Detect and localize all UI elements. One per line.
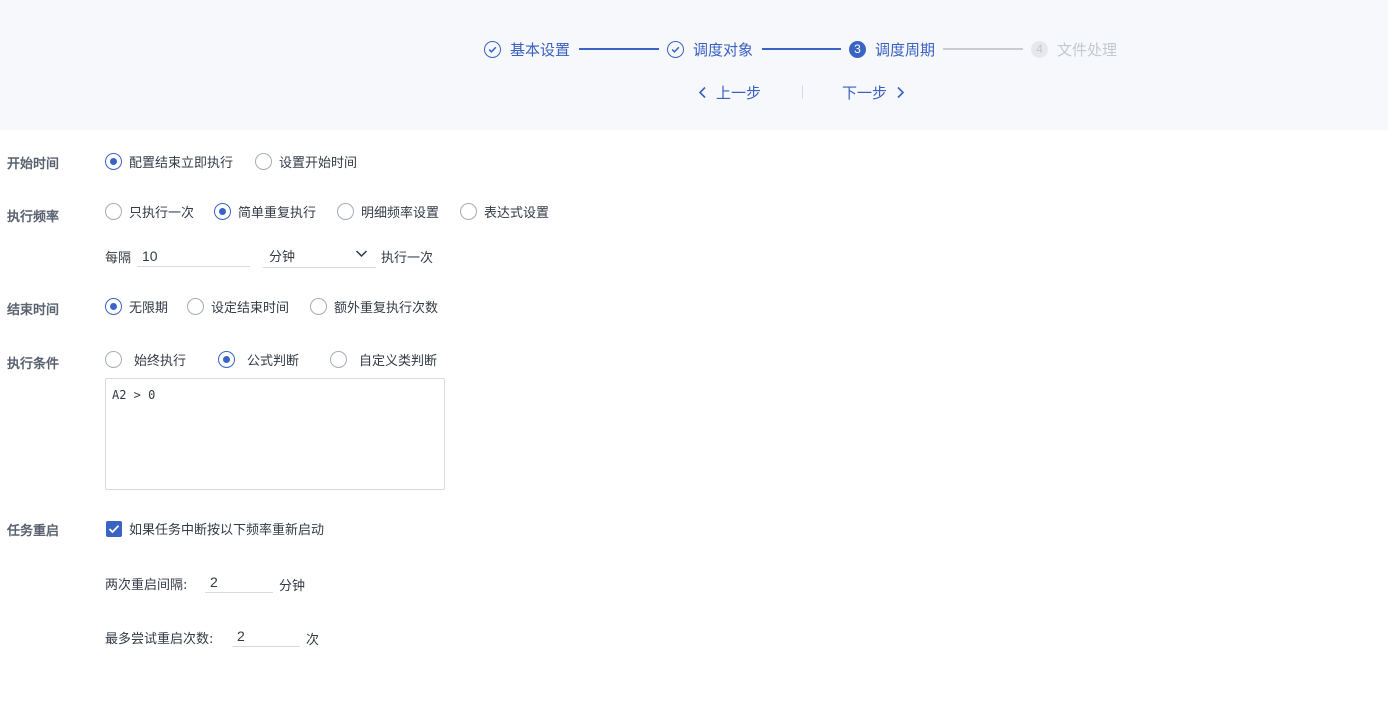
radio-unchecked-icon — [255, 153, 272, 170]
restart-label: 任务重启 — [7, 524, 60, 539]
custom-class-radio[interactable]: 自定义类判断 — [330, 350, 437, 369]
step-connector — [943, 48, 1023, 50]
formula-textarea[interactable]: A2 > 0 — [105, 378, 445, 490]
radio-label: 无限期 — [129, 301, 169, 316]
checkbox-checked-icon — [106, 520, 122, 537]
step-connector — [579, 48, 659, 50]
max-restart-unit: 次 — [306, 633, 320, 648]
step-number-badge: 3 — [849, 40, 866, 58]
radio-label: 设定结束时间 — [211, 301, 290, 316]
radio-label: 只执行一次 — [129, 206, 195, 221]
restart-interval-input[interactable] — [205, 571, 273, 593]
radio-unchecked-icon — [105, 203, 122, 220]
next-step-button[interactable]: 下一步 — [842, 81, 905, 103]
step-connector — [762, 48, 841, 50]
radio-label: 配置结束立即执行 — [129, 156, 234, 171]
radio-unchecked-icon — [330, 351, 347, 368]
check-circle-icon — [484, 40, 501, 58]
max-restart-label: 最多尝试重启次数: — [105, 632, 214, 647]
step-number-badge: 4 — [1031, 40, 1048, 58]
radio-checked-icon — [218, 351, 235, 368]
restart-interval-unit: 分钟 — [279, 579, 306, 594]
check-circle-icon — [667, 40, 684, 58]
radio-label: 表达式设置 — [484, 206, 550, 221]
max-restart-input[interactable] — [232, 625, 300, 647]
radio-label: 自定义类判断 — [359, 354, 438, 369]
start-time-label: 开始时间 — [7, 157, 60, 172]
extra-repeat-count-radio[interactable]: 额外重复执行次数 — [310, 297, 438, 316]
start-immediately-radio[interactable]: 配置结束立即执行 — [105, 152, 233, 171]
radio-checked-icon — [105, 298, 122, 315]
formula-radio[interactable]: 公式判断 — [218, 350, 299, 369]
step-schedule-cycle[interactable]: 3 调度周期 — [849, 38, 935, 60]
restart-checkbox[interactable]: 如果任务中断按以下频率重新启动 — [106, 519, 324, 538]
radio-label: 设置开始时间 — [279, 156, 358, 171]
unit-select[interactable]: 分钟 — [263, 244, 376, 268]
next-step-label: 下一步 — [842, 83, 888, 102]
radio-label: 始终执行 — [134, 354, 187, 369]
checkbox-label: 如果任务中断按以下频率重新启动 — [129, 523, 325, 538]
chevron-down-icon — [355, 250, 368, 258]
radio-label: 额外重复执行次数 — [334, 301, 439, 316]
set-end-time-radio[interactable]: 设定结束时间 — [187, 297, 289, 316]
every-suffix: 执行一次 — [381, 251, 434, 266]
prev-step-label: 上一步 — [716, 83, 762, 102]
radio-label: 公式判断 — [247, 354, 300, 369]
radio-unchecked-icon — [187, 298, 204, 315]
chevron-right-icon — [897, 86, 905, 98]
radio-checked-icon — [214, 203, 231, 220]
wizard-header: 基本设置 调度对象 3 调度周期 4 文件处理 上一步 下一步 — [0, 0, 1388, 130]
nav-divider — [802, 85, 803, 99]
step-label: 文件处理 — [1057, 40, 1118, 59]
restart-interval-label: 两次重启间隔: — [105, 578, 188, 593]
always-run-radio[interactable]: 始终执行 — [105, 350, 186, 369]
end-time-label: 结束时间 — [7, 303, 60, 318]
interval-input[interactable] — [137, 245, 250, 267]
step-file-processing[interactable]: 4 文件处理 — [1031, 38, 1117, 60]
step-schedule-object[interactable]: 调度对象 — [667, 38, 753, 60]
radio-unchecked-icon — [310, 298, 327, 315]
step-label: 调度周期 — [875, 40, 936, 59]
step-label: 调度对象 — [693, 40, 754, 59]
chevron-left-icon — [698, 86, 706, 98]
unit-select-value: 分钟 — [269, 250, 296, 265]
frequency-label: 执行频率 — [7, 210, 60, 225]
every-prefix: 每隔 — [105, 251, 132, 266]
prev-step-button[interactable]: 上一步 — [698, 81, 761, 103]
radio-label: 简单重复执行 — [238, 206, 317, 221]
run-once-radio[interactable]: 只执行一次 — [105, 202, 194, 221]
step-basic-settings[interactable]: 基本设置 — [484, 38, 570, 60]
no-limit-radio[interactable]: 无限期 — [105, 297, 168, 316]
detailed-frequency-radio[interactable]: 明细频率设置 — [337, 202, 439, 221]
radio-checked-icon — [105, 153, 122, 170]
simple-repeat-radio[interactable]: 简单重复执行 — [214, 202, 316, 221]
expression-radio[interactable]: 表达式设置 — [460, 202, 549, 221]
radio-unchecked-icon — [337, 203, 354, 220]
radio-unchecked-icon — [460, 203, 477, 220]
set-start-time-radio[interactable]: 设置开始时间 — [255, 152, 357, 171]
radio-unchecked-icon — [105, 351, 122, 368]
radio-label: 明细频率设置 — [361, 206, 440, 221]
step-label: 基本设置 — [510, 40, 571, 59]
condition-label: 执行条件 — [7, 357, 60, 372]
